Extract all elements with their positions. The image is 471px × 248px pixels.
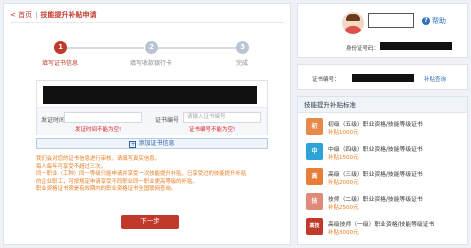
cert-number-error: 证书编号不能为空! <box>189 127 236 133</box>
subsidy-query-link[interactable]: 补贴查询 <box>424 75 446 83</box>
level-amount: 补贴1500元 <box>328 155 359 161</box>
home-link[interactable]: < 首页 <box>10 10 32 20</box>
level-item: 高 高级（三级）职业资格/技能等级证书 补贴2000元 <box>306 167 461 187</box>
subsidy-standards-card: 技能提升补贴标准 初 初级（五级）职业资格/技能等级证书 补贴1000元 中 中… <box>297 96 468 245</box>
help-label: 帮助 <box>432 17 446 25</box>
step-2-label: 填写收款银行卡 <box>129 60 172 67</box>
step-1-label: 填写证书信息 <box>41 60 78 67</box>
note-line: 职业资格证书须是有效期内的职业资格证书全国联网查询。 <box>36 186 177 192</box>
add-cert-label: 添加证书信息 <box>138 140 175 147</box>
standards-title: 技能提升补贴标准 <box>298 97 467 113</box>
level-name: 初级（五级）职业资格/技能等级证书 <box>328 122 423 128</box>
level-name: 高级技师（一级）职业资格/技能等级证书 <box>328 222 435 228</box>
divider <box>10 22 284 23</box>
issue-date-input[interactable] <box>64 112 142 123</box>
certificate-form: 发证时间 发证时间不能为空! 证书编号 请输入证书编号 证书编号不能为空! <box>36 80 268 135</box>
note-line: 每人每年可享受不超过三次。 <box>36 163 107 170</box>
level-item: 高技 高级技师（一级）职业资格/技能等级证书 补贴3000元 <box>306 217 461 237</box>
step-3-label: 完成 <box>235 60 248 67</box>
level-badge-icon: 初 <box>306 118 323 135</box>
level-badge-icon: 技 <box>306 193 323 210</box>
level-amount: 补贴3000元 <box>328 230 359 236</box>
cert-number-input[interactable]: 请输入证书编号 <box>183 112 261 123</box>
step-connector <box>64 47 144 49</box>
redacted-user-name <box>368 13 414 28</box>
cert-number-label: 证书编号： <box>312 77 340 83</box>
plus-icon: + <box>129 141 137 148</box>
note-line: 我们会对您的证书信息进行审核，请填写真实信息。 <box>36 156 160 162</box>
main-panel: < 首页 | 技能提升补贴申请 1 2 3 填写证书信息 填写收款银行卡 完成 … <box>3 3 291 245</box>
level-amount: 补贴1000元 <box>328 130 359 136</box>
note-line: 的企业职工，可按规定申请享受不同职业同一职业更高等级的补贴。 <box>36 178 198 185</box>
help-link[interactable]: ? 帮助 <box>422 16 446 26</box>
level-item: 中 中级（四级）职业资格/技能等级证书 补贴1500元 <box>306 142 461 162</box>
level-name: 高级（三级）职业资格/技能等级证书 <box>328 172 423 178</box>
id-number-label: 身份证号码： <box>346 46 380 52</box>
next-button[interactable]: 下一步 <box>121 215 179 229</box>
avatar <box>342 12 364 34</box>
cert-number-label: 证书编号 <box>155 117 180 124</box>
step-indicator: 1 2 3 填写证书信息 填写收款银行卡 完成 <box>4 34 292 72</box>
help-icon: ? <box>422 17 430 25</box>
redacted-cert-number <box>352 74 414 82</box>
breadcrumb: < 首页 | 技能提升补贴申请 <box>10 10 96 20</box>
level-name: 中级（四级）职业资格/技能等级证书 <box>328 147 423 153</box>
note-line: 同一职业（工种）同一等级只能申请并享受一次技能提升补贴，已享受过的技能提升补贴 <box>36 171 247 177</box>
cert-query-card: 证书编号： 补贴查询 <box>297 64 468 90</box>
level-badge-icon: 高技 <box>306 218 323 235</box>
step-connector <box>157 47 237 49</box>
step-2-circle: 2 <box>145 41 158 54</box>
level-item: 初 初级（五级）职业资格/技能等级证书 补贴1000元 <box>306 117 461 137</box>
level-badge-icon: 中 <box>306 143 323 160</box>
step-3-circle: 3 <box>236 41 249 54</box>
redacted-cert-name <box>43 86 257 104</box>
level-item: 技 技师（二级）职业资格/技能等级证书 补贴2500元 <box>306 192 461 212</box>
add-cert-button[interactable]: + 添加证书信息 <box>36 138 268 149</box>
redacted-id-number <box>380 42 452 50</box>
breadcrumb-separator: | <box>35 11 38 19</box>
step-1-circle: 1 <box>54 41 67 54</box>
issue-date-label: 发证时间 <box>41 117 66 124</box>
profile-card: ? 帮助 身份证号码： <box>297 3 468 58</box>
page-title: 技能提升补贴申请 <box>40 11 97 19</box>
cert-fields-row: 发证时间 发证时间不能为空! 证书编号 请输入证书编号 证书编号不能为空! <box>37 107 267 135</box>
level-amount: 补贴2500元 <box>328 205 359 211</box>
issue-date-error: 发证时间不能为空! <box>75 127 122 133</box>
notes: 我们会对您的证书信息进行审核，请填写真实信息。 每人每年可享受不超过三次。 同一… <box>36 156 276 194</box>
level-badge-icon: 高 <box>306 168 323 185</box>
level-name: 技师（二级）职业资格/技能等级证书 <box>328 197 423 203</box>
level-amount: 补贴2000元 <box>328 180 359 186</box>
